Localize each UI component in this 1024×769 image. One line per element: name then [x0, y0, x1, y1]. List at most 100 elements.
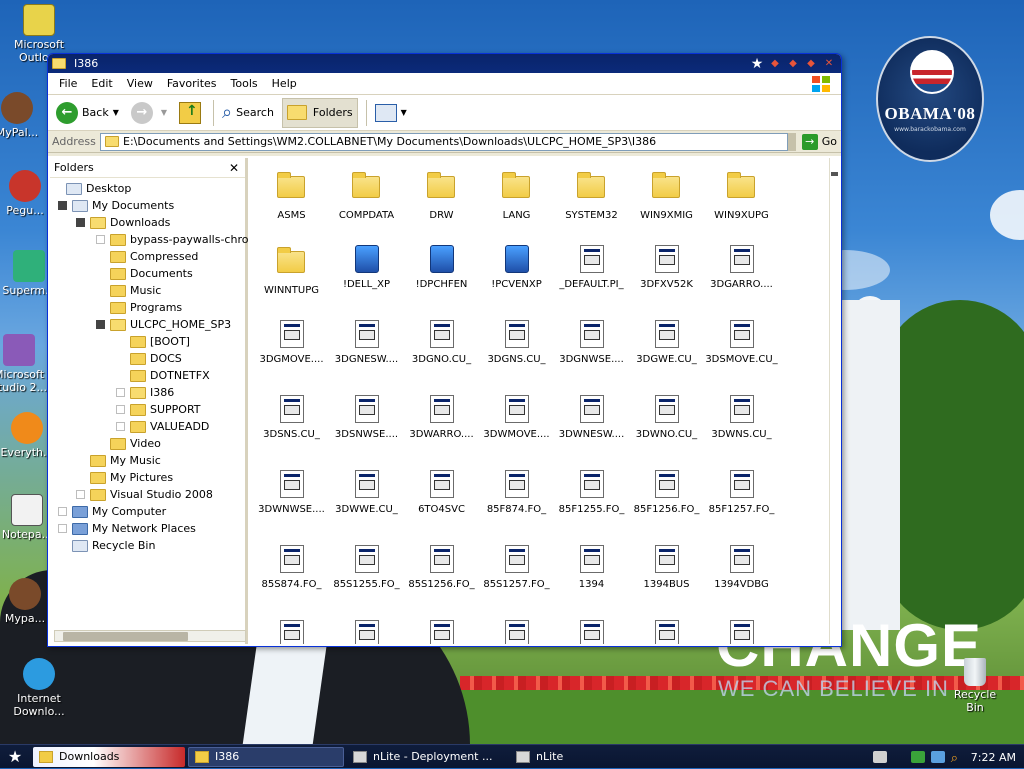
- file-item[interactable]: 3DWNESW....: [554, 395, 629, 440]
- file-item[interactable]: 85F1256.FO_: [629, 470, 704, 515]
- file-item[interactable]: 85S1257.FO_: [479, 545, 554, 590]
- file-item[interactable]: 3DGWE.CU_: [629, 320, 704, 365]
- tree-item[interactable]: [BOOT]: [116, 333, 190, 350]
- chevron-down-icon[interactable]: ▼: [401, 108, 407, 117]
- tree-item[interactable]: SUPPORT: [116, 401, 201, 418]
- file-item[interactable]: !DPCHFEN: [404, 245, 479, 290]
- up-button[interactable]: ↑: [175, 98, 205, 128]
- back-button[interactable]: ← Back ▼: [52, 98, 123, 128]
- expand-toggle[interactable]: [116, 422, 125, 431]
- file-item[interactable]: 3DWNS.CU_: [704, 395, 779, 440]
- network-icon[interactable]: [910, 751, 925, 763]
- close-icon[interactable]: ✕: [227, 161, 241, 175]
- file-item[interactable]: [704, 620, 779, 644]
- desktop-icon-internet-download[interactable]: Internet Downlo...: [2, 658, 76, 718]
- file-item[interactable]: 3DSNS.CU_: [254, 395, 329, 440]
- file-item[interactable]: 85S1255.FO_: [329, 545, 404, 590]
- scrollbar-thumb[interactable]: [831, 172, 838, 176]
- file-item[interactable]: [404, 620, 479, 644]
- desktop-icon-mypal[interactable]: MyPal...: [0, 92, 54, 139]
- explorer-window[interactable]: I386 ★ ◆ ◆ ◆ ✕ File Edit View Favorites …: [47, 53, 842, 647]
- tree-item[interactable]: Compressed: [96, 248, 198, 265]
- collapse-toggle[interactable]: [58, 201, 67, 210]
- tree-item[interactable]: My Network Places: [58, 520, 196, 537]
- chevron-down-icon[interactable]: ▼: [113, 108, 119, 117]
- file-item[interactable]: 3DWWE.CU_: [329, 470, 404, 515]
- file-item[interactable]: 3DWNWSE....: [254, 470, 329, 515]
- file-item[interactable]: !DELL_XP: [329, 245, 404, 290]
- file-item[interactable]: LANG: [479, 170, 554, 221]
- file-item[interactable]: DRW: [404, 170, 479, 221]
- task-downloads[interactable]: Downloads: [33, 746, 185, 767]
- expand-toggle[interactable]: [116, 388, 125, 397]
- tree-item[interactable]: My Music: [76, 452, 161, 469]
- clock[interactable]: 7:22 AM: [971, 751, 1016, 764]
- views-button[interactable]: ▼: [371, 98, 411, 128]
- file-item[interactable]: 3DFXV52K: [629, 245, 704, 290]
- close-button[interactable]: ✕: [821, 57, 837, 71]
- file-item[interactable]: 1394BUS: [629, 545, 704, 590]
- file-item[interactable]: 85S874.FO_: [254, 545, 329, 590]
- tree-item[interactable]: Programs: [96, 299, 182, 316]
- desktop-icon-recycle-bin[interactable]: Recycle Bin: [944, 658, 1006, 714]
- file-item[interactable]: [554, 620, 629, 644]
- file-item[interactable]: WINNTUPG: [254, 245, 329, 296]
- task-nlite[interactable]: nLite: [510, 747, 630, 767]
- forward-button[interactable]: → ▼: [127, 98, 171, 128]
- file-item[interactable]: 3DWARRO....: [404, 395, 479, 440]
- search-icon[interactable]: ⌕: [951, 751, 965, 766]
- tree-item[interactable]: I386: [116, 384, 174, 401]
- tree-item[interactable]: Video: [96, 435, 161, 452]
- file-item[interactable]: 3DWMOVE....: [479, 395, 554, 440]
- scrollbar-thumb[interactable]: [63, 632, 188, 641]
- tree-item[interactable]: My Pictures: [76, 469, 173, 486]
- address-input[interactable]: E:\Documents and Settings\WM2.COLLABNET\…: [100, 132, 788, 151]
- file-item[interactable]: 85F1257.FO_: [704, 470, 779, 515]
- collapse-toggle[interactable]: [76, 218, 85, 227]
- expand-toggle[interactable]: [116, 405, 125, 414]
- file-item[interactable]: [329, 620, 404, 644]
- file-item[interactable]: 3DSNWSE....: [329, 395, 404, 440]
- file-item[interactable]: 1394VDBG: [704, 545, 779, 590]
- menu-file[interactable]: File: [52, 75, 84, 92]
- file-item[interactable]: 85S1256.FO_: [404, 545, 479, 590]
- file-item[interactable]: 3DGNS.CU_: [479, 320, 554, 365]
- file-item[interactable]: 3DGNO.CU_: [404, 320, 479, 365]
- tree-item[interactable]: DOTNETFX: [116, 367, 210, 384]
- tree-item[interactable]: Desktop: [52, 180, 131, 197]
- tree-item[interactable]: DOCS: [116, 350, 182, 367]
- menu-favorites[interactable]: Favorites: [160, 75, 224, 92]
- tree-item[interactable]: Downloads: [76, 214, 170, 231]
- horizontal-scrollbar[interactable]: [54, 630, 246, 642]
- tree-item[interactable]: VALUEADD: [116, 418, 209, 435]
- file-item[interactable]: COMPDATA: [329, 170, 404, 221]
- file-item[interactable]: _DEFAULT.PI_: [554, 245, 629, 290]
- search-button[interactable]: ⌕ Search: [218, 98, 278, 128]
- keyboard-icon[interactable]: [872, 751, 887, 763]
- rollup-button[interactable]: ◆: [767, 57, 783, 71]
- start-button[interactable]: ★: [0, 745, 30, 769]
- menu-edit[interactable]: Edit: [84, 75, 119, 92]
- tree-item[interactable]: Visual Studio 2008: [76, 486, 213, 503]
- minimize-button[interactable]: ◆: [785, 57, 801, 71]
- maximize-button[interactable]: ◆: [803, 57, 819, 71]
- file-item[interactable]: 3DWNO.CU_: [629, 395, 704, 440]
- file-item[interactable]: 85F1255.FO_: [554, 470, 629, 515]
- file-item[interactable]: SYSTEM32: [554, 170, 629, 221]
- pin-star-icon[interactable]: ★: [749, 56, 765, 72]
- menu-help[interactable]: Help: [265, 75, 304, 92]
- file-item[interactable]: 6TO4SVC: [404, 470, 479, 515]
- file-item[interactable]: WIN9XUPG: [704, 170, 779, 221]
- tree-item[interactable]: bypass-paywalls-chrome-: [96, 231, 248, 248]
- task-i386[interactable]: I386: [188, 746, 344, 767]
- desktop-icon-visual-studio[interactable]: Microsoft Studio 2...: [0, 334, 52, 394]
- expand-toggle[interactable]: [76, 490, 85, 499]
- tree-item[interactable]: Documents: [96, 265, 193, 282]
- task-nlite-deployment[interactable]: nLite - Deployment ...: [347, 747, 507, 767]
- collapse-toggle[interactable]: [96, 320, 105, 329]
- file-item[interactable]: 3DGNWSE....: [554, 320, 629, 365]
- shield-icon[interactable]: [930, 751, 945, 763]
- tree-item[interactable]: Music: [96, 282, 161, 299]
- file-item[interactable]: 85F874.FO_: [479, 470, 554, 515]
- address-dropdown[interactable]: [787, 132, 796, 151]
